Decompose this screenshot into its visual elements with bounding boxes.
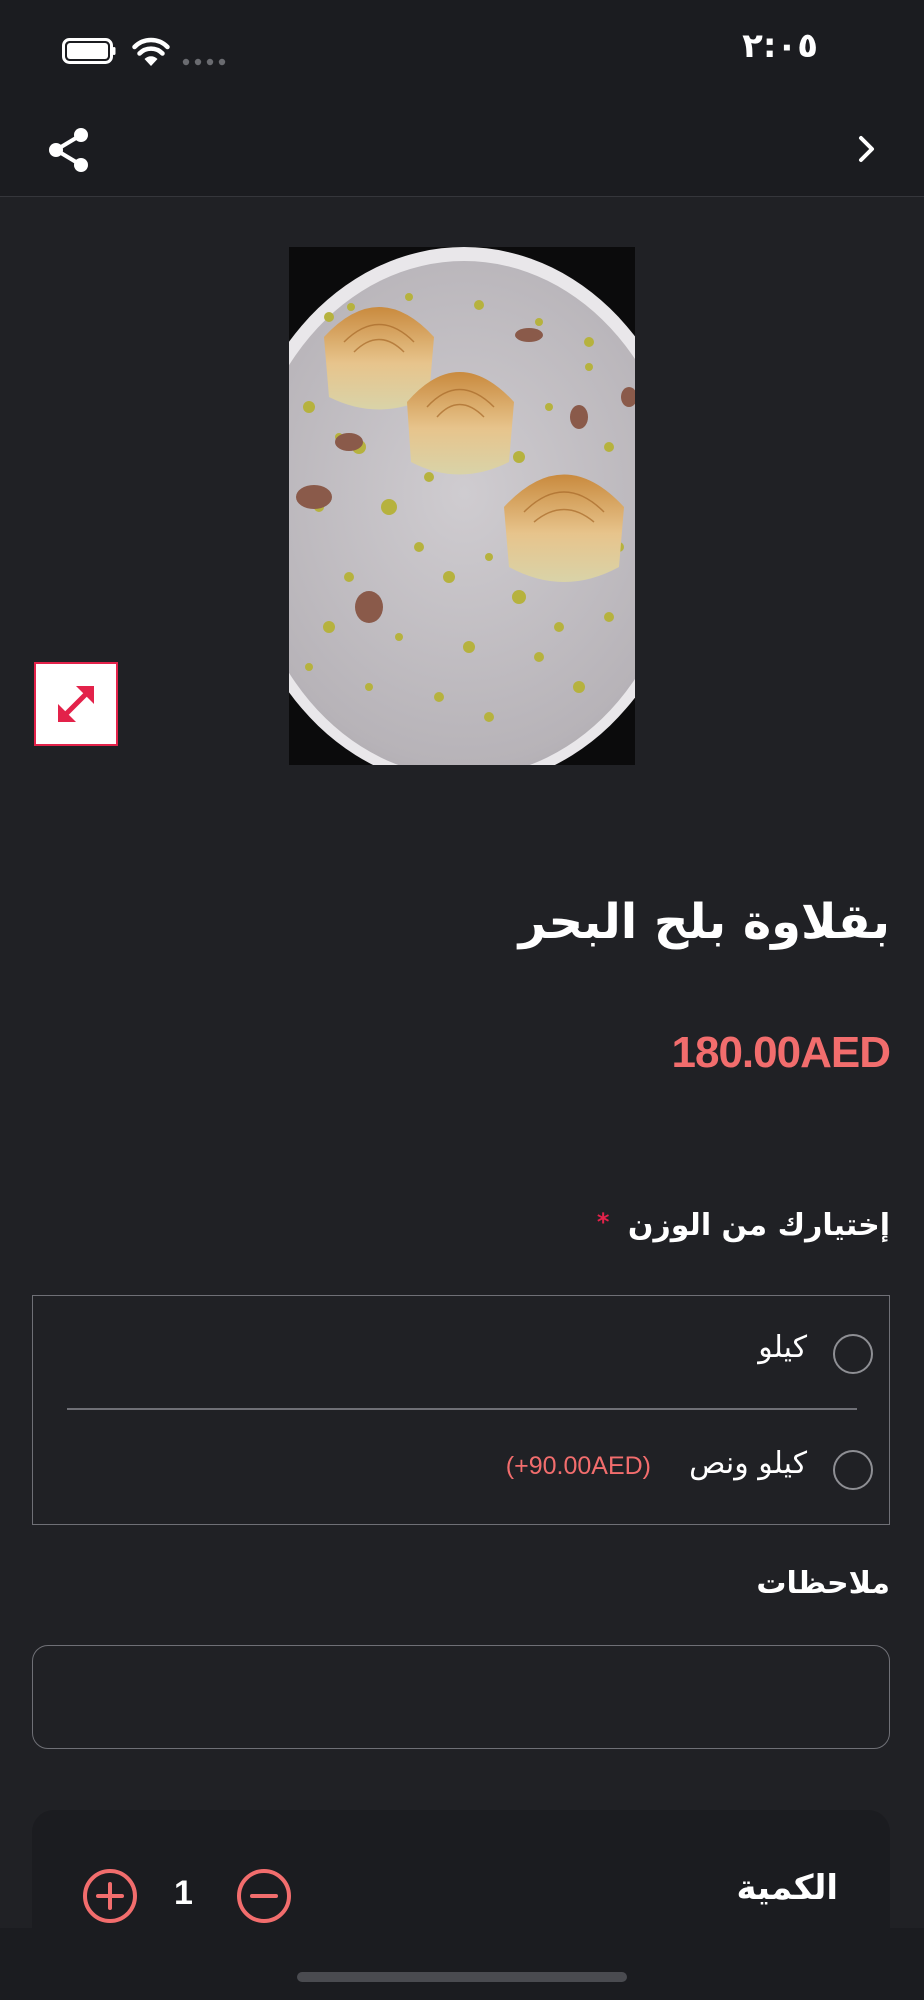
increase-quantity-button[interactable] [82,1868,138,1924]
option-divider [67,1408,857,1410]
status-bar: ٢:٠٥ [0,0,924,100]
product-title: بقلاوة بلح البحر [518,894,890,950]
expand-arrows-icon [58,686,94,722]
top-bar [0,100,924,197]
signal-icon [182,58,226,66]
battery-icon [62,38,116,64]
home-indicator[interactable] [297,1972,627,1982]
radio-button[interactable] [833,1450,873,1490]
minus-circle-icon [237,1869,291,1923]
option-label: كيلو [758,1330,807,1365]
baklava-photo [289,247,635,765]
plus-circle-icon [83,1869,137,1923]
share-button[interactable] [44,124,96,176]
weight-option-kilo[interactable]: كيلو [33,1316,889,1396]
expand-image-button[interactable] [34,662,118,746]
weight-options-title: إختيارك من الوزن [627,1208,890,1243]
bottom-bar [0,1928,924,2000]
option-label: كيلو ونص [689,1446,807,1481]
radio-button[interactable] [833,1334,873,1374]
product-price: 180.00AED [671,1028,891,1077]
weight-options-heading: إختيارك من الوزن * [597,1208,890,1243]
status-time: ٢:٠٥ [742,26,818,66]
notes-heading: ملاحظات [756,1566,890,1601]
share-icon [49,128,88,172]
product-image[interactable] [289,247,635,765]
option-extra-price: (+90.00AED) [505,1452,651,1480]
quantity-card: الكمية 1 [32,1810,890,1930]
back-button[interactable] [840,122,894,176]
chevron-right-icon [859,136,874,162]
notes-input[interactable] [32,1645,890,1749]
weight-options-box: كيلو كيلو ونص (+90.00AED) [32,1295,890,1525]
wifi-icon [132,37,170,66]
weight-option-kilo-half[interactable]: كيلو ونص (+90.00AED) [33,1432,889,1512]
required-marker: * [596,1208,610,1236]
quantity-label: الكمية [736,1868,839,1908]
decrease-quantity-button[interactable] [236,1868,292,1924]
quantity-value: 1 [174,1874,193,1912]
